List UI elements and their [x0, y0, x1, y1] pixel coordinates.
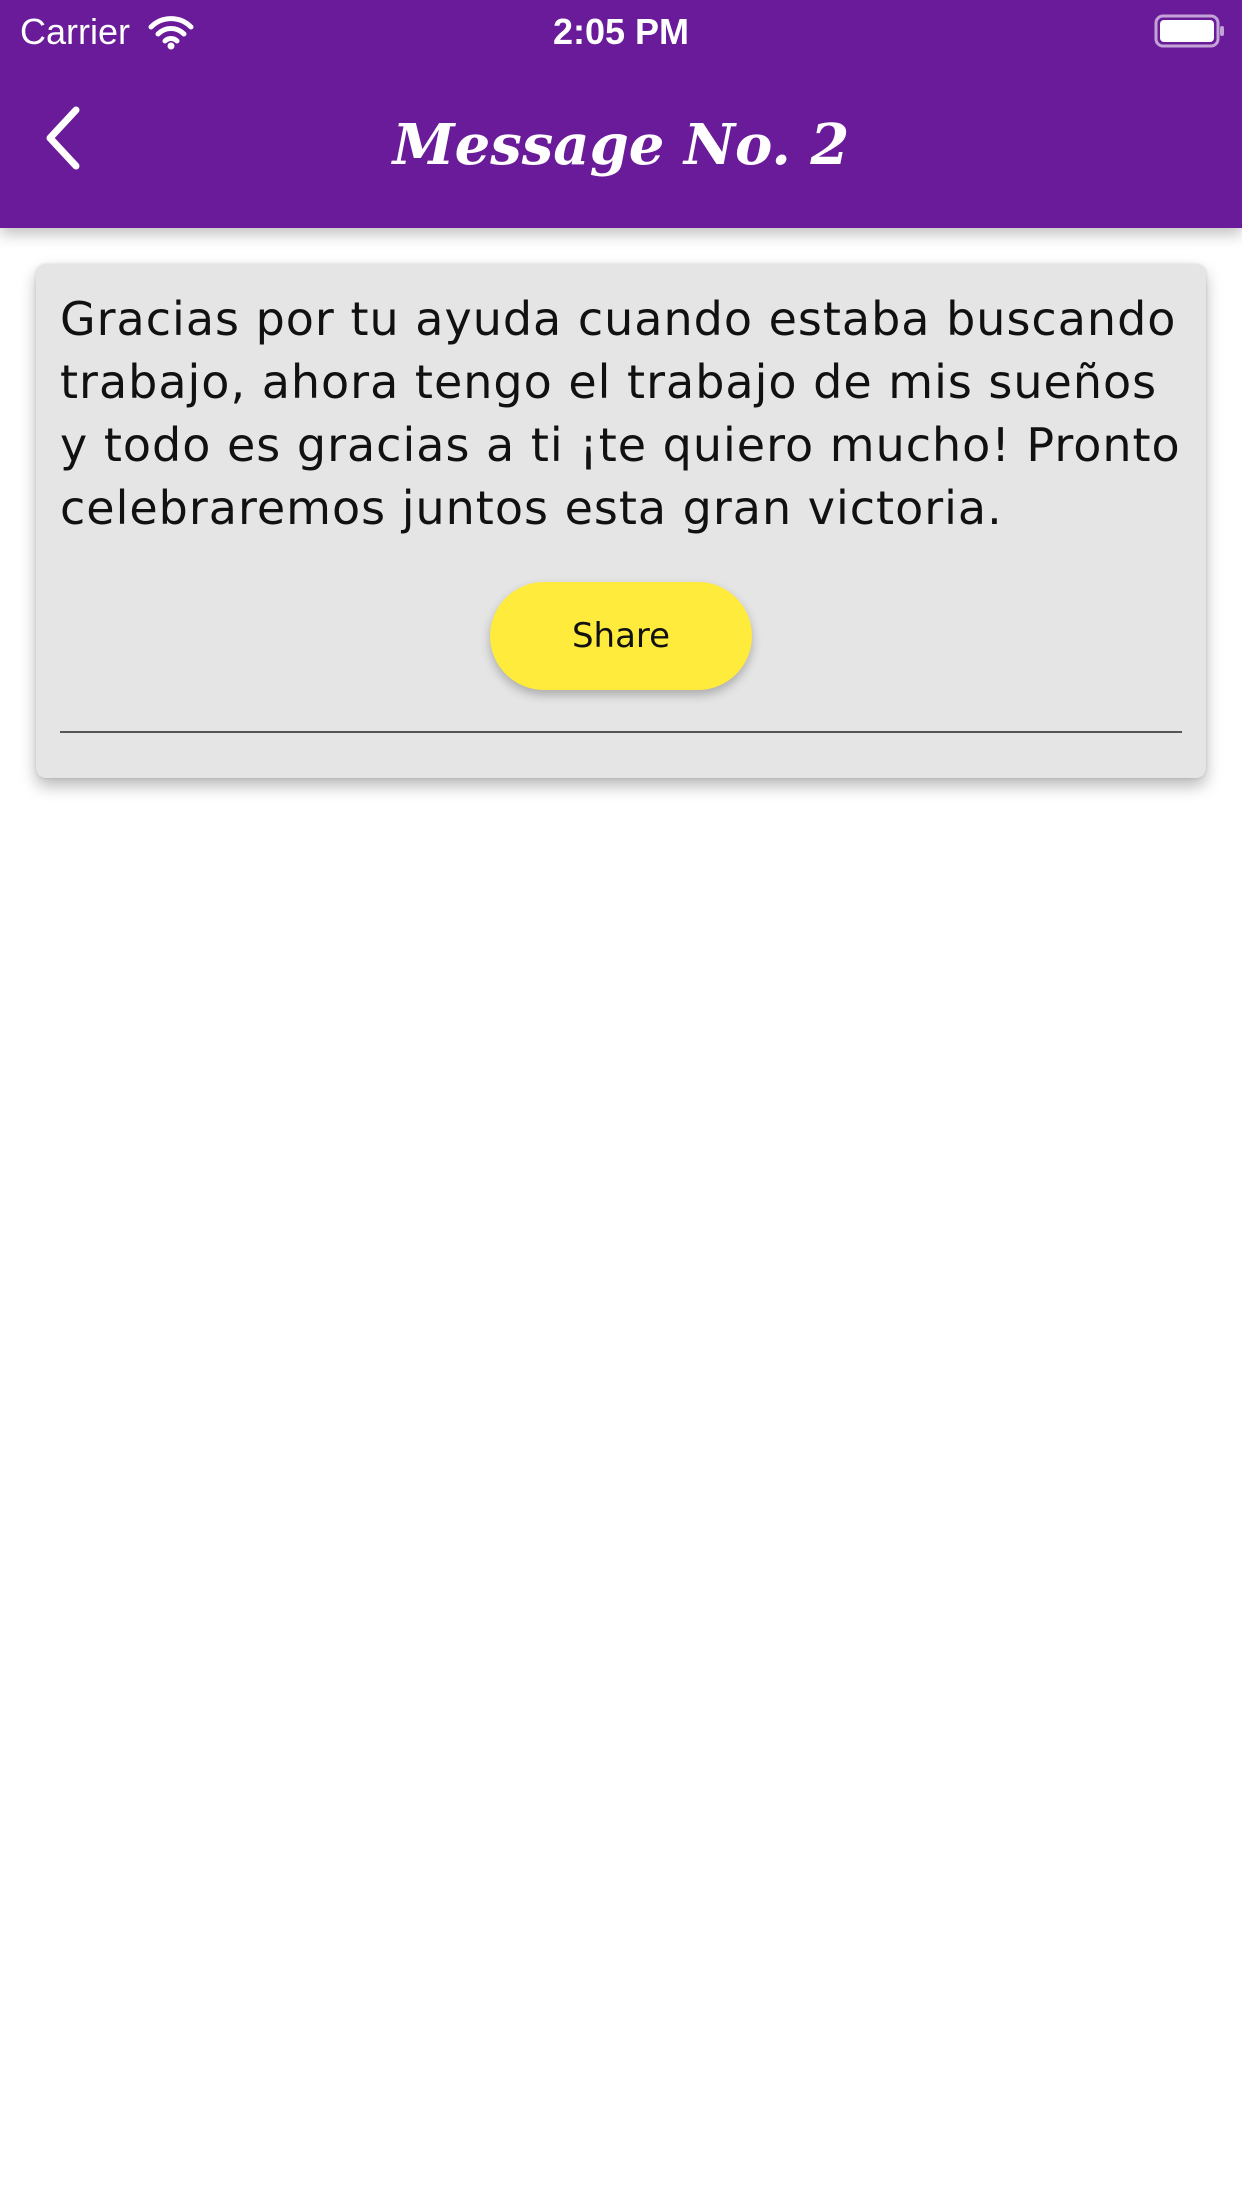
app-header: Carrier 2:05 PM Message No. 2	[0, 0, 1242, 228]
battery-icon	[1154, 14, 1224, 48]
status-time: 2:05 PM	[552, 11, 690, 52]
back-button[interactable]	[30, 100, 106, 176]
message-card: Gracias por tu ayuda cuando estaba busca…	[36, 264, 1206, 778]
chevron-left-icon	[46, 106, 80, 170]
page-title: Message No. 2	[392, 112, 850, 178]
message-text: Gracias por tu ayuda cuando estaba busca…	[60, 292, 1181, 535]
status-bar: Carrier 2:05 PM	[0, 0, 1242, 62]
divider	[60, 731, 1182, 733]
share-button[interactable]: Share	[490, 582, 752, 690]
navigation-bar: Message No. 2	[0, 62, 1242, 228]
